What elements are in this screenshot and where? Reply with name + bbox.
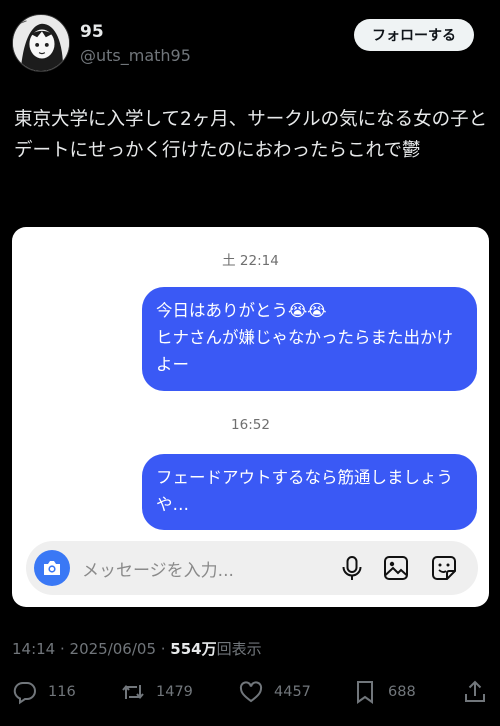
user-handle[interactable]: @uts_math95 [80, 46, 191, 65]
share-icon [465, 680, 485, 702]
bookmark-button[interactable]: 688 [352, 676, 416, 708]
mic-icon [342, 556, 362, 580]
gallery-icon [384, 556, 408, 580]
chat-timestamp: 16:52 [231, 417, 270, 433]
post-time-date: 14:14 · 2025/06/05 · [12, 640, 171, 658]
repost-count: 1479 [156, 684, 193, 700]
camera-icon [34, 550, 70, 586]
action-bar: 116 1479 4457 688 [0, 676, 500, 708]
attached-screenshot[interactable]: 土 22:14 今日はありがとう😭😭 ヒナさんが嫌じゃなかったらまた出かけよー … [12, 227, 489, 607]
post-meta: 14:14 · 2025/06/05 · 554万回表示 [12, 638, 262, 659]
like-button[interactable]: 4457 [238, 676, 311, 708]
like-count: 4457 [274, 684, 311, 700]
repost-button[interactable]: 1479 [120, 676, 193, 708]
message-composer: メッセージを入力... [26, 541, 478, 595]
chat-bubble: フェードアウトするなら筋通しましょうや… [142, 454, 477, 530]
reply-count: 116 [48, 684, 76, 700]
composer-placeholder: メッセージを入力... [82, 561, 234, 581]
view-label: 回表示 [216, 640, 262, 658]
repost-icon [122, 684, 144, 700]
share-button[interactable] [462, 676, 498, 708]
bookmark-count: 688 [388, 684, 416, 700]
chat-bubble-line: 今日はありがとう😭😭 [156, 301, 327, 320]
chat-bubble-line: ヒナさんが嫌じゃなかったらまた出かけよー [156, 328, 453, 374]
reply-button[interactable]: 116 [12, 676, 76, 708]
post-header: 95 @uts_math95 フォローする [0, 0, 500, 90]
like-icon [239, 681, 263, 703]
display-name[interactable]: 95 [80, 22, 104, 42]
chat-bubble: 今日はありがとう😭😭 ヒナさんが嫌じゃなかったらまた出かけよー [142, 287, 477, 391]
view-count: 554万 [170, 640, 217, 658]
post-text: 東京大学に入学して2ヶ月、サークルの気になる女の子とデートにせっかく行けたのにお… [14, 109, 488, 161]
sticker-icon [432, 556, 456, 580]
bookmark-icon [357, 681, 373, 704]
reply-icon [13, 681, 36, 705]
avatar[interactable] [12, 14, 70, 72]
follow-button[interactable]: フォローする [354, 19, 474, 51]
chat-timestamp: 土 22:14 [222, 253, 279, 269]
